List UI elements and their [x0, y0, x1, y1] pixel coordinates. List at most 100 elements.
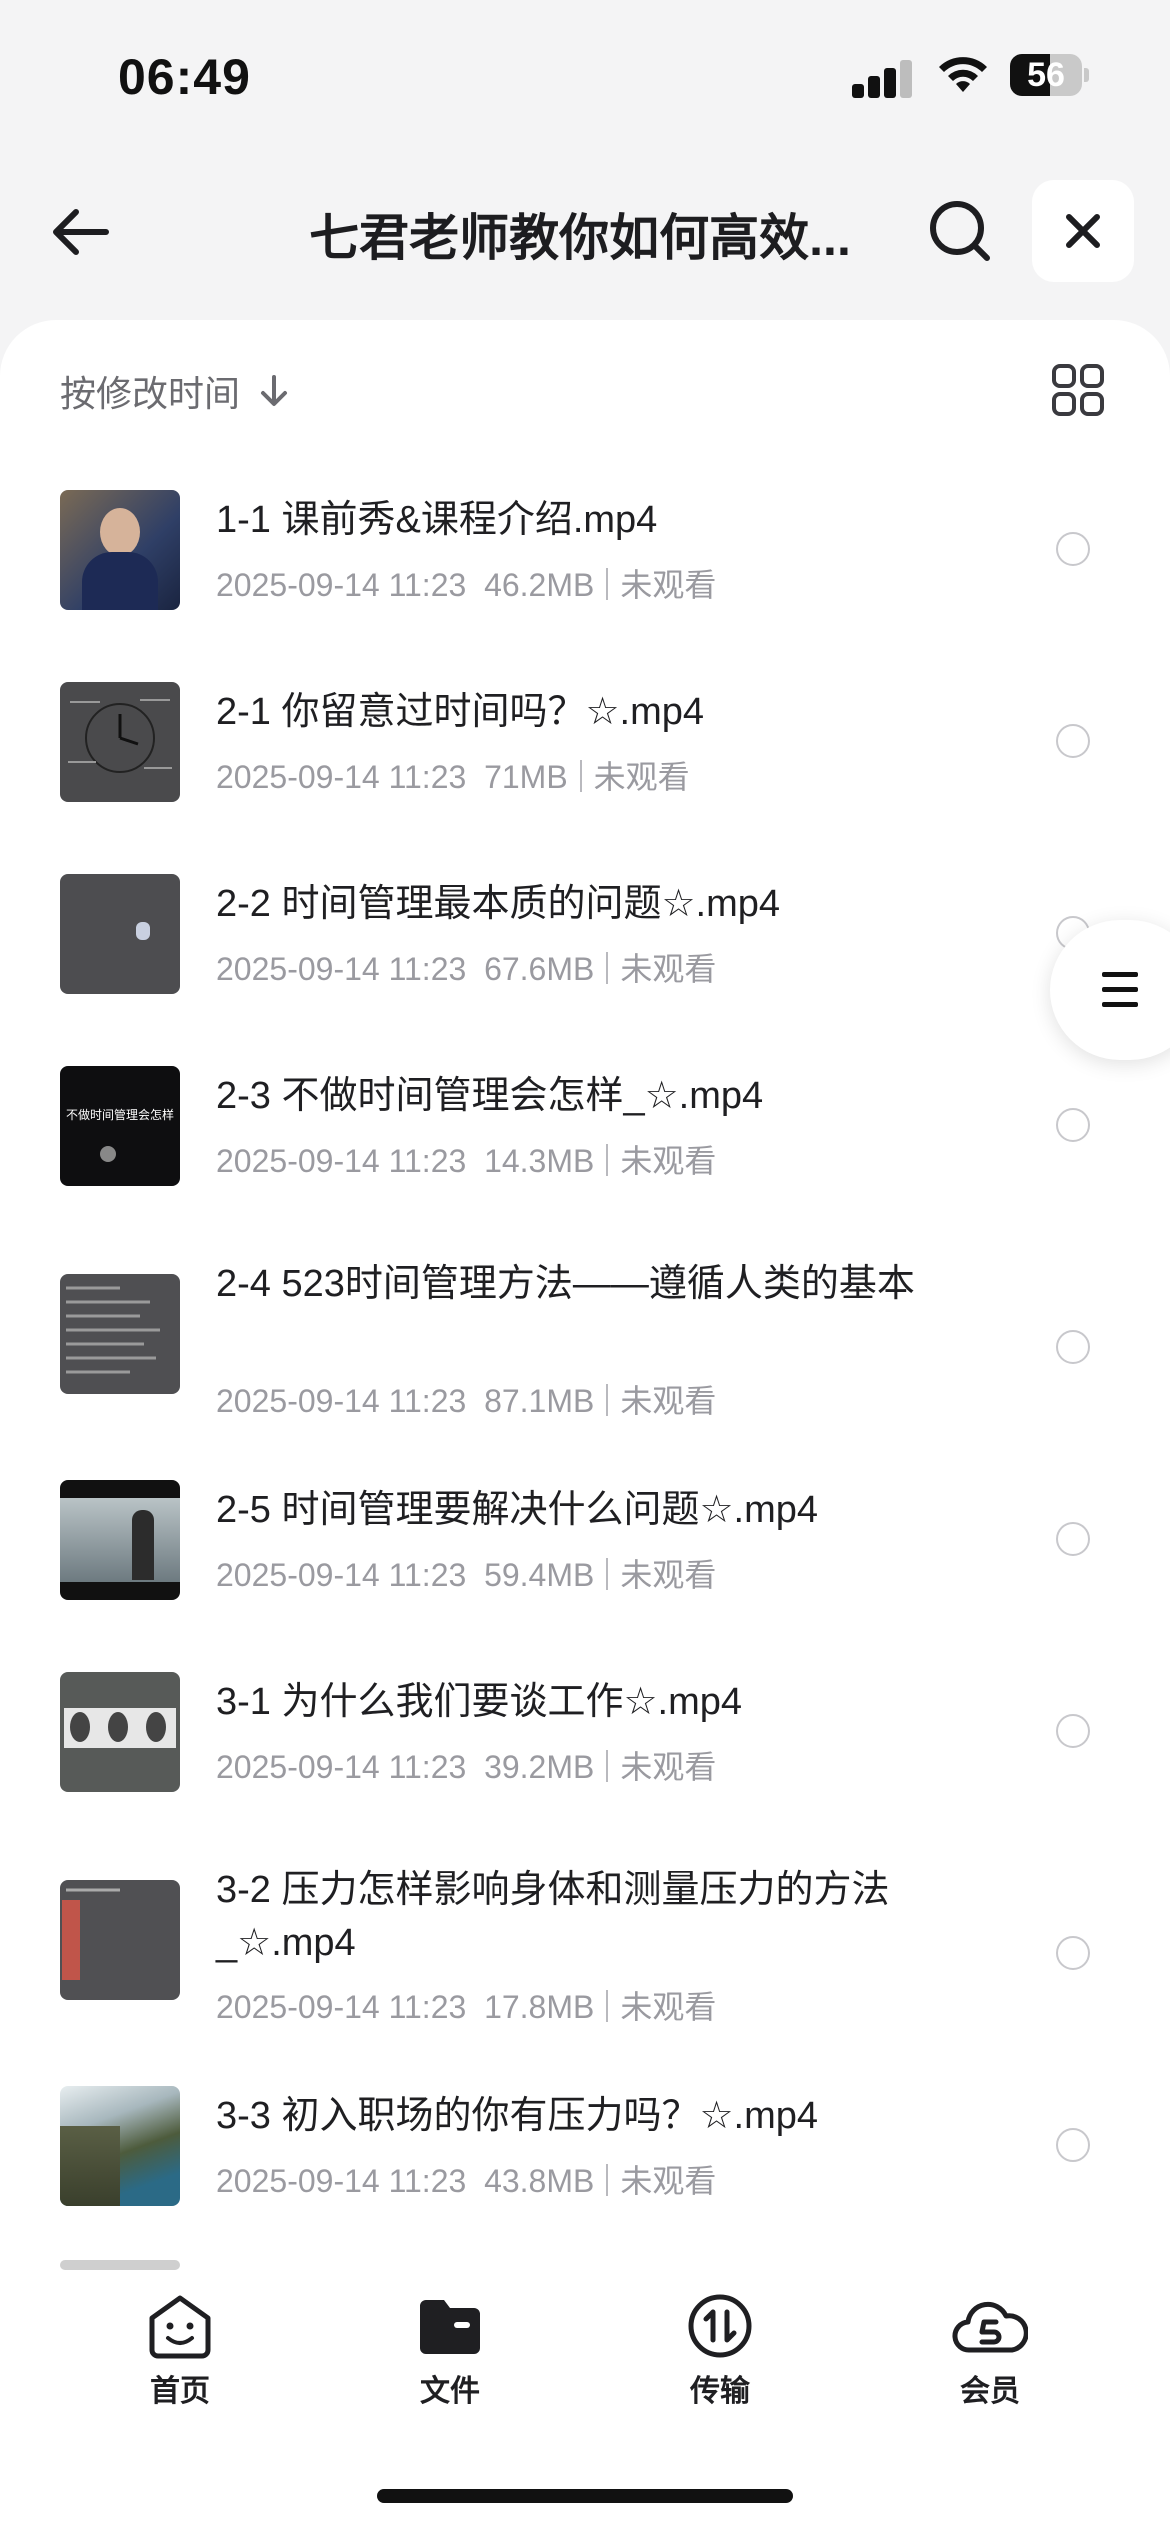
watch-status: 未观看 [620, 567, 717, 603]
file-row[interactable]: 3-2 压力怎样影响身体和测量压力的方法_☆.mp4 2025-09-14 11… [0, 1844, 1170, 2064]
file-size: 46.2MB [484, 567, 595, 603]
tab-label: 传输 [690, 2375, 750, 2408]
wifi-icon [939, 57, 987, 92]
file-name: 3-3 初入职场的你有压力吗？☆.mp4 [216, 2095, 819, 2137]
file-size: 39.2MB [484, 1749, 595, 1785]
file-name: 2-3 不做时间管理会怎样_☆.mp4 [216, 1075, 764, 1117]
file-size: 14.3MB [484, 1143, 595, 1179]
video-thumbnail [60, 1880, 180, 2000]
home-indicator [377, 2489, 793, 2503]
file-size: 17.8MB [484, 1989, 595, 2025]
file-meta: 2025-09-14 11:23 87.1MB 未观看 [216, 1376, 716, 1422]
file-date: 2025-09-14 11:23 [216, 1143, 467, 1179]
tab-files[interactable]: 文件 [370, 2292, 530, 2412]
battery-level: 56 [1027, 56, 1065, 94]
video-thumbnail [60, 2086, 180, 2206]
video-thumbnail [60, 874, 180, 994]
tab-home[interactable]: 首页 [100, 2292, 260, 2412]
file-row[interactable]: 2-4 523时间管理方法——遵循人类的基本 2025-09-14 11:23 … [0, 1238, 1170, 1458]
file-date: 2025-09-14 11:23 [216, 567, 467, 603]
file-meta: 2025-09-14 11:23 59.4MB 未观看 [216, 1550, 716, 1596]
watch-status: 未观看 [620, 1989, 717, 2025]
file-row[interactable]: 2-5 时间管理要解决什么问题☆.mp4 2025-09-14 11:23 59… [0, 1460, 1170, 1630]
tab-label: 会员 [960, 2375, 1020, 2408]
select-radio[interactable] [1056, 1714, 1090, 1748]
file-row[interactable]: 3-3 初入职场的你有压力吗？☆.mp4 2025-09-14 11:23 43… [0, 2066, 1170, 2236]
file-date: 2025-09-14 11:23 [216, 1383, 467, 1419]
video-thumbnail [60, 2260, 180, 2270]
file-name: 2-5 时间管理要解决什么问题☆.mp4 [216, 1489, 819, 1531]
vip-cloud-icon [952, 2301, 1028, 2353]
tab-label: 首页 [150, 2375, 210, 2408]
file-name: 2-4 523时间管理方法——遵循人类的基本 [216, 1263, 915, 1305]
back-arrow-icon[interactable] [48, 200, 112, 264]
select-radio[interactable] [1056, 1522, 1090, 1556]
file-size: 71MB [484, 759, 568, 795]
file-date: 2025-09-14 11:23 [216, 1749, 467, 1785]
tab-vip[interactable]: 会员 [910, 2292, 1070, 2412]
watch-status: 未观看 [620, 1143, 717, 1179]
file-date: 2025-09-14 11:23 [216, 951, 467, 987]
watch-status: 未观看 [593, 759, 690, 795]
video-thumbnail [60, 490, 180, 610]
file-name: 2-1 你留意过时间吗？☆.mp4 [216, 691, 705, 733]
select-radio[interactable] [1056, 2128, 1090, 2162]
sort-label: 按修改时间 [60, 373, 241, 414]
nav-header: 七君老师教你如何高效... [0, 170, 1170, 290]
file-row[interactable]: 1-1 课前秀&课程介绍.mp4 2025-09-14 11:23 46.2MB… [0, 470, 1170, 640]
video-thumbnail [60, 682, 180, 802]
status-bar: 06:49 56 [0, 0, 1170, 150]
watch-status: 未观看 [620, 1557, 717, 1593]
search-icon[interactable] [925, 196, 995, 266]
thumbnail-caption: 不做时间管理会怎样 [66, 1108, 175, 1122]
file-date: 2025-09-14 11:23 [216, 2163, 467, 2199]
watch-status: 未观看 [620, 951, 717, 987]
file-date: 2025-09-14 11:23 [216, 1989, 467, 2025]
watch-status: 未观看 [620, 2163, 717, 2199]
file-row[interactable]: 3-1 为什么我们要谈工作☆.mp4 2025-09-14 11:23 39.2… [0, 1652, 1170, 1822]
file-row[interactable]: 2-2 时间管理最本质的问题☆.mp4 2025-09-14 11:23 67.… [0, 854, 1170, 1024]
cellular-signal-icon [852, 58, 914, 98]
file-row[interactable]: 不做时间管理会怎样 2-3 不做时间管理会怎样_☆.mp4 2025-09-14… [0, 1046, 1170, 1216]
transfer-icon [688, 2294, 752, 2358]
watch-status: 未观看 [620, 1383, 717, 1419]
select-radio[interactable] [1056, 724, 1090, 758]
select-radio[interactable] [1056, 532, 1090, 566]
arrow-down-icon [261, 375, 288, 406]
video-thumbnail [60, 1480, 180, 1600]
file-name: 1-1 课前秀&课程介绍.mp4 [216, 499, 658, 541]
video-thumbnail [60, 1672, 180, 1792]
file-name: 3-1 为什么我们要谈工作☆.mp4 [216, 1681, 743, 1723]
sort-selector[interactable]: 按修改时间 [60, 366, 290, 416]
file-meta: 2025-09-14 11:23 43.8MB 未观看 [216, 2156, 716, 2202]
page-title: 七君老师教你如何高效... [309, 210, 851, 266]
file-meta: 2025-09-14 11:23 17.8MB 未观看 [216, 1982, 716, 2028]
grid-view-icon[interactable] [1050, 362, 1106, 418]
file-date: 2025-09-14 11:23 [216, 1557, 467, 1593]
file-meta: 2025-09-14 11:23 46.2MB 未观看 [216, 560, 716, 606]
select-radio[interactable] [1056, 1936, 1090, 1970]
status-time: 06:49 [118, 49, 251, 105]
tab-transfer[interactable]: 传输 [640, 2292, 800, 2412]
close-icon [1066, 214, 1100, 248]
select-radio[interactable] [1056, 1330, 1090, 1364]
file-meta: 2025-09-14 11:23 14.3MB 未观看 [216, 1136, 716, 1182]
file-size: 67.6MB [484, 951, 595, 987]
home-smile-icon [149, 2295, 211, 2359]
file-name: 2-2 时间管理最本质的问题☆.mp4 [216, 883, 781, 925]
file-name: 3-2 压力怎样影响身体和测量压力的方法_☆.mp4 [216, 1869, 890, 1964]
file-meta: 2025-09-14 11:23 71MB 未观看 [216, 752, 690, 798]
file-row[interactable]: 2-1 你留意过时间吗？☆.mp4 2025-09-14 11:23 71MB 未… [0, 662, 1170, 832]
tab-label: 文件 [420, 2375, 480, 2408]
watch-status: 未观看 [620, 1749, 717, 1785]
video-thumbnail: 不做时间管理会怎样 [60, 1066, 180, 1186]
file-list-panel: 按修改时间 1-1 课前秀&课程介绍.mp4 2025-09-14 11:23 … [0, 320, 1170, 2270]
folder-icon [420, 2300, 480, 2354]
battery-icon: 56 [1010, 54, 1089, 96]
close-button[interactable] [1032, 180, 1134, 282]
file-meta: 2025-09-14 11:23 39.2MB 未观看 [216, 1742, 716, 1788]
select-radio[interactable] [1056, 1108, 1090, 1142]
file-size: 59.4MB [484, 1557, 595, 1593]
file-date: 2025-09-14 11:23 [216, 759, 467, 795]
file-size: 43.8MB [484, 2163, 595, 2199]
